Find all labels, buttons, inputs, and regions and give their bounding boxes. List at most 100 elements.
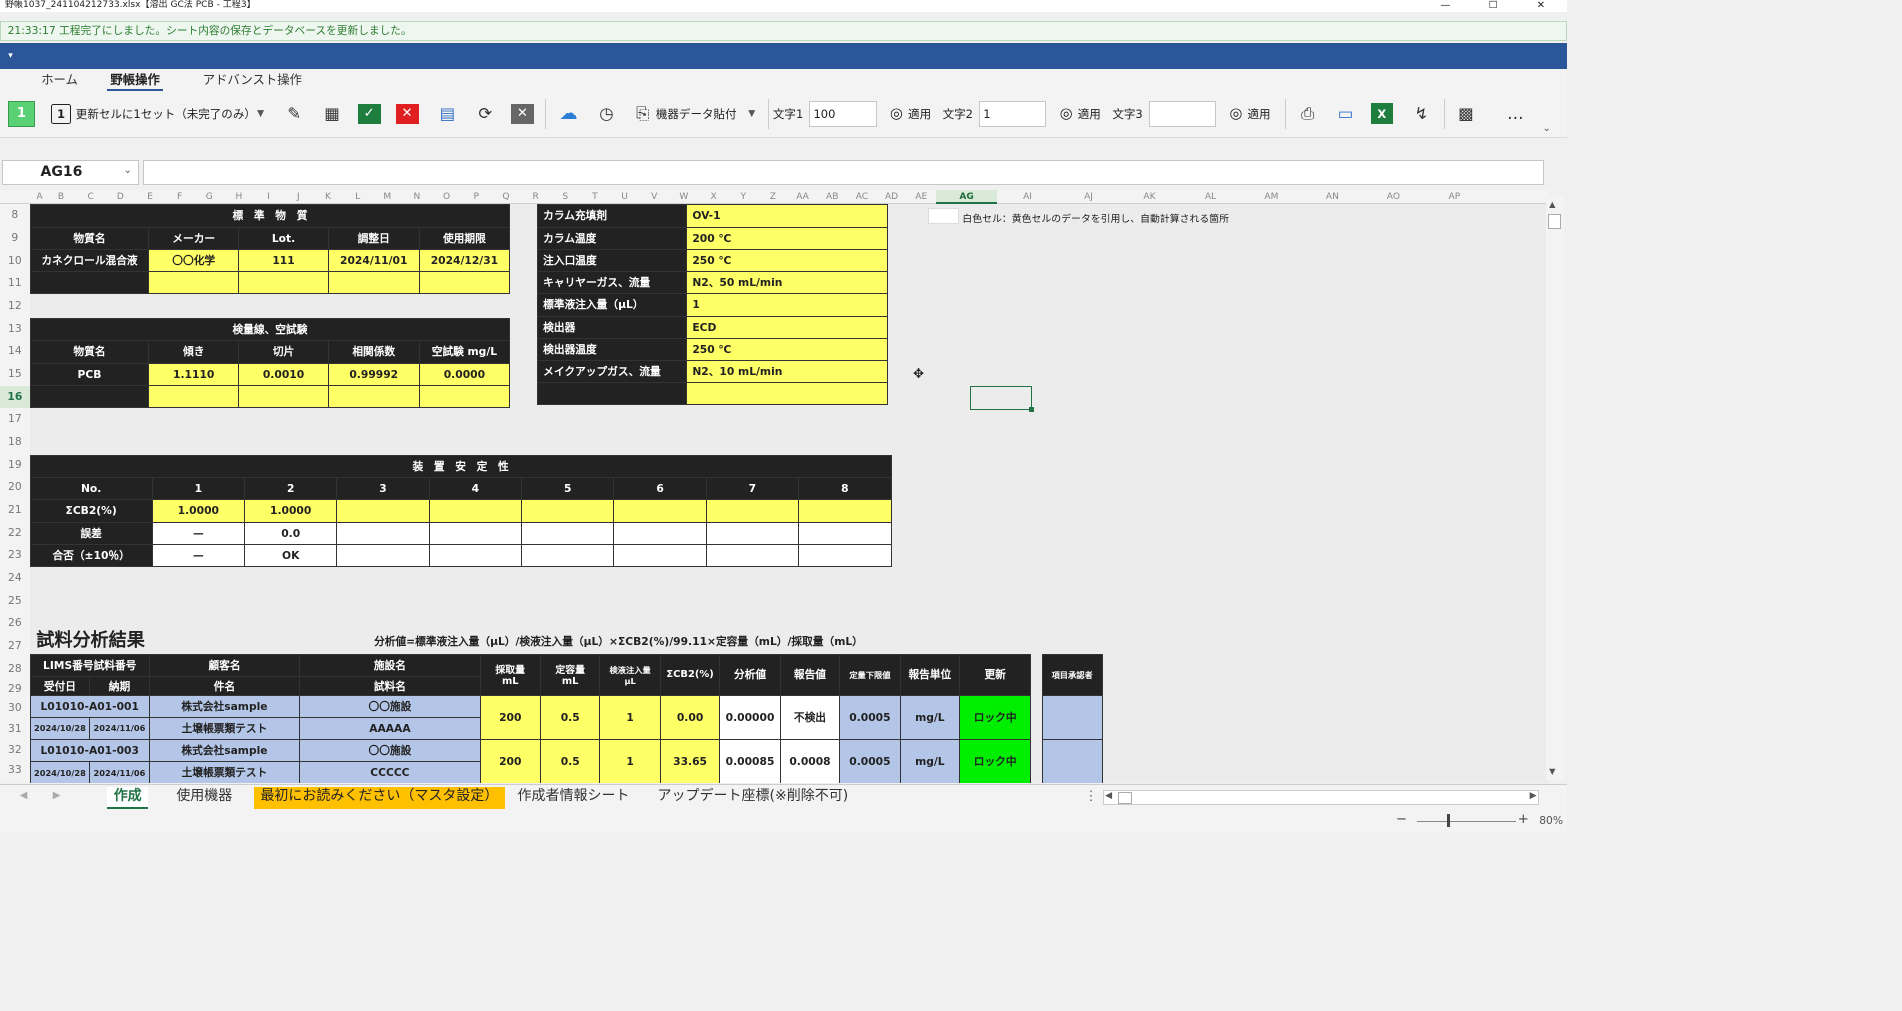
excel-icon[interactable]: X [1371,102,1393,125]
tab-more-icon[interactable]: ⋮ [1084,789,1097,804]
facility-cell[interactable]: 〇〇施設 [299,739,481,763]
check-icon[interactable]: ✓ [357,103,381,124]
pass-cell[interactable]: — [151,543,246,567]
cal-slope-cell[interactable]: 1.1110 [148,362,240,386]
cb2-cell[interactable]: 0.00 [659,694,721,741]
error-cell[interactable] [705,521,800,545]
scroll-up-icon[interactable]: ▲ [1549,199,1555,209]
cal-correlation-cell[interactable]: 0.99992 [327,362,420,386]
formula-bar[interactable] [143,159,1545,185]
column-header[interactable]: B [46,190,76,205]
column-header[interactable]: Y [728,190,758,205]
lims-cell[interactable]: L01010-A01-001 [29,694,150,718]
image-icon[interactable]: ▭ [1332,101,1360,127]
due-date-cell[interactable]: 2024/11/06 [89,716,150,741]
std-name-cell[interactable]: カネクロール混合液 [29,248,150,273]
column-header[interactable]: AA [788,190,818,205]
refresh-icon[interactable]: ⟳ [471,101,499,127]
column-header[interactable]: AJ [1058,190,1119,205]
column-header[interactable]: C [76,190,106,205]
sheet-grid[interactable]: 標 準 物 質 物質名 メーカー Lot. 調整日 使用期限 カネクロール混合液… [29,204,1550,783]
pass-cell[interactable] [336,543,430,567]
step-badge-icon[interactable]: 1 [8,100,35,127]
case-cell[interactable]: 土壌帳票類テスト [148,761,301,783]
cond-value[interactable]: 250 ℃ [686,337,888,361]
row-header[interactable]: 10 [0,250,30,273]
row-header[interactable]: 30 [0,698,30,719]
std-prep-cell[interactable]: 2024/11/01 [327,248,420,273]
name-box-dropdown-icon[interactable]: ⌄ [124,165,132,176]
clear-icon[interactable]: ✕ [510,103,534,124]
h-scroll-thumb[interactable] [1118,792,1132,804]
row-header[interactable]: 28 [0,658,30,681]
error-cell[interactable] [521,521,615,545]
zoom-level[interactable]: 80% [1539,814,1563,827]
scroll-thumb[interactable] [1548,214,1562,230]
row-header[interactable]: 31 [0,719,30,740]
customer-cell[interactable]: 株式会社sample [148,694,301,718]
device-paste-dropdown-icon[interactable]: ▼ [748,101,755,127]
recv-date-cell[interactable]: 2024/10/28 [29,761,91,783]
apply2-button[interactable]: 適用 [1078,101,1101,127]
sort-icon[interactable]: ↯ [1407,101,1435,127]
row-header[interactable]: 32 [0,740,30,761]
report-value-cell[interactable]: 不検出 [779,694,841,741]
update-set-icon[interactable]: 1 [51,103,71,124]
paste-icon[interactable]: ⎘ [631,101,654,127]
prev-sheet-icon[interactable]: ◀ [20,790,28,801]
row-header[interactable]: 17 [0,408,30,431]
apply3-button[interactable]: 適用 [1248,101,1271,127]
cb2-cell[interactable] [336,499,430,523]
update-dropdown-icon[interactable]: ▼ [257,101,264,127]
case-cell[interactable]: 土壌帳票類テスト [148,716,301,741]
column-header[interactable]: D [105,190,135,205]
injection-cell[interactable]: 1 [599,739,661,783]
zoom-out-icon[interactable]: − [1396,812,1407,827]
cond-value[interactable]: ECD [686,315,888,339]
column-header[interactable]: J [283,190,313,205]
apply1-icon[interactable]: ◎ [887,101,907,127]
empty-cell[interactable] [686,382,888,406]
cond-value[interactable]: 250 ℃ [686,248,888,273]
cond-value[interactable]: N2、50 mL/min [686,271,888,295]
row-header[interactable]: 22 [0,522,30,545]
std-lot-cell[interactable]: 111 [238,248,329,273]
column-header[interactable]: AP [1424,190,1485,205]
cb2-cell[interactable] [521,499,615,523]
row-header[interactable]: 23 [0,544,30,567]
analysis-value-cell[interactable]: 0.00085 [719,739,781,783]
column-header[interactable]: W [669,190,699,205]
column-header[interactable]: X [699,190,729,205]
text1-input[interactable]: 100 [809,100,877,127]
column-header[interactable]: F [165,190,195,205]
pen-icon[interactable]: ✎ [280,101,308,127]
column-header[interactable]: AD [877,190,907,205]
collapse-ribbon-icon[interactable]: ⌄ [1543,115,1551,141]
pass-cell[interactable] [798,543,892,567]
error-cell[interactable]: 0.0 [243,521,338,545]
column-header[interactable]: R [521,190,551,205]
apply1-button[interactable]: 適用 [908,101,931,127]
row-header[interactable]: 33 [0,760,30,781]
row-header[interactable]: 16 [0,385,30,409]
column-header[interactable]: AK [1119,190,1180,205]
column-header[interactable]: T [580,190,610,205]
apply2-icon[interactable]: ◎ [1056,101,1076,127]
error-cell[interactable]: — [151,521,246,545]
zoom-in-icon[interactable]: + [1518,812,1529,827]
recv-date-cell[interactable]: 2024/10/28 [29,716,91,741]
report-value-cell[interactable]: 0.0008 [779,739,841,783]
column-header[interactable]: U [610,190,640,205]
row-header[interactable]: 20 [0,476,30,499]
zoom-slider[interactable] [1417,820,1517,823]
print-icon[interactable]: ⎙ [1294,101,1322,127]
cal-intercept-cell[interactable]: 0.0010 [238,362,329,386]
text2-input[interactable]: 1 [978,100,1047,127]
row-header[interactable]: 9 [0,227,30,250]
row-header[interactable]: 15 [0,363,30,386]
row-header[interactable]: 24 [0,567,30,590]
row-header[interactable]: 19 [0,454,30,477]
empty-cell[interactable] [29,384,150,408]
cb2-cell[interactable] [428,499,523,523]
device-paste-button[interactable]: 機器データ貼付 [656,101,737,127]
